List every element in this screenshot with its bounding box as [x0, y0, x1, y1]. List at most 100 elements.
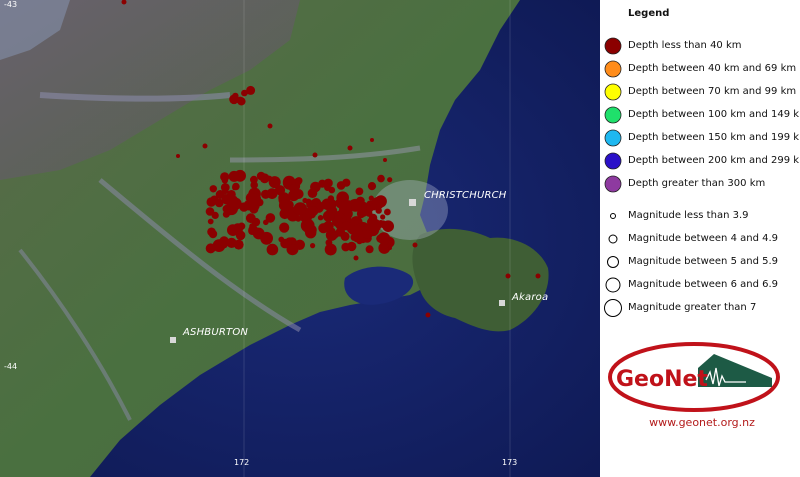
earthquake-marker[interactable]: [353, 255, 359, 261]
logo-text: GeoNet: [616, 367, 708, 392]
earthquake-marker[interactable]: [412, 242, 418, 248]
earthquake-marker[interactable]: [380, 242, 388, 249]
earthquake-marker[interactable]: [176, 154, 180, 158]
earthquake-marker[interactable]: [355, 187, 364, 196]
earthquake-marker[interactable]: [261, 189, 271, 199]
earthquake-marker[interactable]: [312, 152, 318, 158]
earthquake-marker[interactable]: [208, 229, 218, 239]
earthquake-marker[interactable]: [335, 227, 346, 237]
earthquake-marker[interactable]: [317, 215, 324, 221]
legend-depth-70-99: Depth between 70 km and 99 km: [604, 82, 800, 102]
earthquake-marker[interactable]: [365, 245, 374, 254]
earthquake-marker[interactable]: [232, 182, 240, 191]
earthquake-marker[interactable]: [367, 182, 377, 191]
christchurch-urban: [372, 180, 448, 240]
earthquake-marker[interactable]: [367, 218, 382, 233]
earthquake-marker[interactable]: [338, 200, 352, 214]
legend-label: Depth between 200 km and 299 km: [628, 155, 800, 166]
earthquake-marker[interactable]: [279, 222, 290, 233]
earthquake-marker[interactable]: [505, 273, 511, 279]
earthquake-marker[interactable]: [370, 203, 378, 211]
magnitude-circle-icon: [610, 213, 616, 219]
earthquake-marker[interactable]: [206, 197, 217, 207]
earthquake-marker[interactable]: [305, 206, 317, 218]
earthquake-marker[interactable]: [347, 145, 353, 151]
earthquake-marker[interactable]: [324, 243, 337, 256]
earthquake-marker[interactable]: [388, 246, 392, 250]
earthquake-marker[interactable]: [278, 236, 285, 243]
earthquake-marker[interactable]: [350, 225, 363, 237]
earthquake-marker[interactable]: [278, 199, 291, 211]
earthquake-marker[interactable]: [310, 243, 316, 249]
earthquake-marker[interactable]: [383, 158, 387, 162]
christchurch-label: CHRISTCHURCH: [424, 190, 507, 201]
akaroa-label: Akaroa: [512, 292, 549, 303]
earthquake-marker[interactable]: [425, 312, 431, 318]
earthquake-marker[interactable]: [322, 210, 335, 222]
lat-tick-top: -43: [4, 0, 18, 9]
earthquake-marker[interactable]: [380, 214, 386, 220]
earthquake-marker[interactable]: [307, 188, 318, 198]
ashburton-marker[interactable]: [170, 337, 176, 343]
magnitude-circle-icon: [604, 299, 622, 317]
earthquake-marker[interactable]: [535, 273, 541, 279]
legend-mag-lt-3-9: Magnitude less than 3.9: [604, 206, 800, 226]
earthquake-marker[interactable]: [342, 178, 351, 187]
earthquake-marker[interactable]: [202, 143, 208, 149]
legend-title: Legend: [628, 8, 670, 19]
earthquake-marker[interactable]: [290, 238, 296, 245]
earthquake-marker[interactable]: [328, 186, 336, 194]
earthquake-marker[interactable]: [228, 170, 240, 182]
earthquake-marker[interactable]: [318, 223, 329, 234]
earthquake-marker[interactable]: [237, 97, 246, 106]
legend-label: Magnitude between 4 and 4.9: [628, 233, 779, 244]
earthquake-marker[interactable]: [233, 239, 244, 250]
earthquake-marker[interactable]: [209, 185, 217, 193]
earthquake-marker[interactable]: [377, 174, 385, 183]
earthquake-marker[interactable]: [207, 218, 214, 225]
earthquake-marker[interactable]: [230, 97, 235, 102]
earthquake-marker[interactable]: [267, 123, 273, 129]
legend-mag-4-4-9: Magnitude between 4 and 4.9: [604, 229, 800, 249]
earthquake-marker[interactable]: [205, 243, 216, 254]
legend-depth-0-40: Depth less than 40 km: [604, 36, 800, 56]
akaroa-marker[interactable]: [499, 300, 505, 306]
earthquake-marker[interactable]: [237, 222, 246, 230]
earthquake-marker[interactable]: [249, 89, 254, 95]
earthquake-marker[interactable]: [302, 197, 308, 204]
legend-mag-7-plus: Magnitude greater than 7: [604, 298, 800, 318]
geonet-url-link[interactable]: www.geonet.org.nz: [628, 416, 776, 429]
map-canvas: [0, 0, 600, 477]
depth-swatch-icon: [604, 129, 622, 147]
earthquake-marker[interactable]: [224, 209, 230, 215]
earthquake-marker[interactable]: [263, 219, 269, 226]
lat-tick-bottom: -44: [4, 362, 18, 371]
earthquake-marker[interactable]: [221, 177, 229, 184]
earthquake-marker[interactable]: [248, 225, 259, 235]
earthquake-marker[interactable]: [248, 193, 262, 206]
earthquake-marker[interactable]: [245, 213, 256, 224]
legend-depth-100-149: Depth between 100 km and 149 km: [604, 105, 800, 125]
earthquake-marker[interactable]: [235, 230, 246, 241]
earthquake-marker[interactable]: [303, 225, 312, 234]
earthquake-marker[interactable]: [341, 242, 351, 252]
earthquake-marker[interactable]: [228, 195, 238, 205]
earthquake-marker[interactable]: [288, 189, 300, 202]
geonet-logo[interactable]: GeoNet: [606, 340, 782, 414]
earthquake-marker[interactable]: [370, 138, 374, 142]
earthquake-marker[interactable]: [266, 243, 279, 256]
earthquake-marker[interactable]: [356, 209, 366, 219]
legend-label: Magnitude between 5 and 5.9: [628, 256, 779, 267]
earthquake-marker[interactable]: [215, 190, 225, 199]
earthquake-marker[interactable]: [266, 175, 273, 181]
legend-label: Depth between 100 km and 149 km: [628, 109, 800, 120]
legend-label: Depth between 70 km and 99 km: [628, 86, 797, 97]
satellite-map[interactable]: CHRISTCHURCH Akaroa ASHBURTON -43 -44 17…: [0, 0, 600, 477]
earthquake-marker[interactable]: [384, 208, 391, 216]
earthquake-marker[interactable]: [260, 231, 273, 245]
earthquake-marker[interactable]: [205, 207, 215, 216]
lon-tick-left: 172: [234, 458, 250, 467]
earthquake-marker[interactable]: [256, 171, 266, 181]
earthquake-marker[interactable]: [387, 177, 393, 183]
christchurch-marker[interactable]: [409, 199, 416, 206]
